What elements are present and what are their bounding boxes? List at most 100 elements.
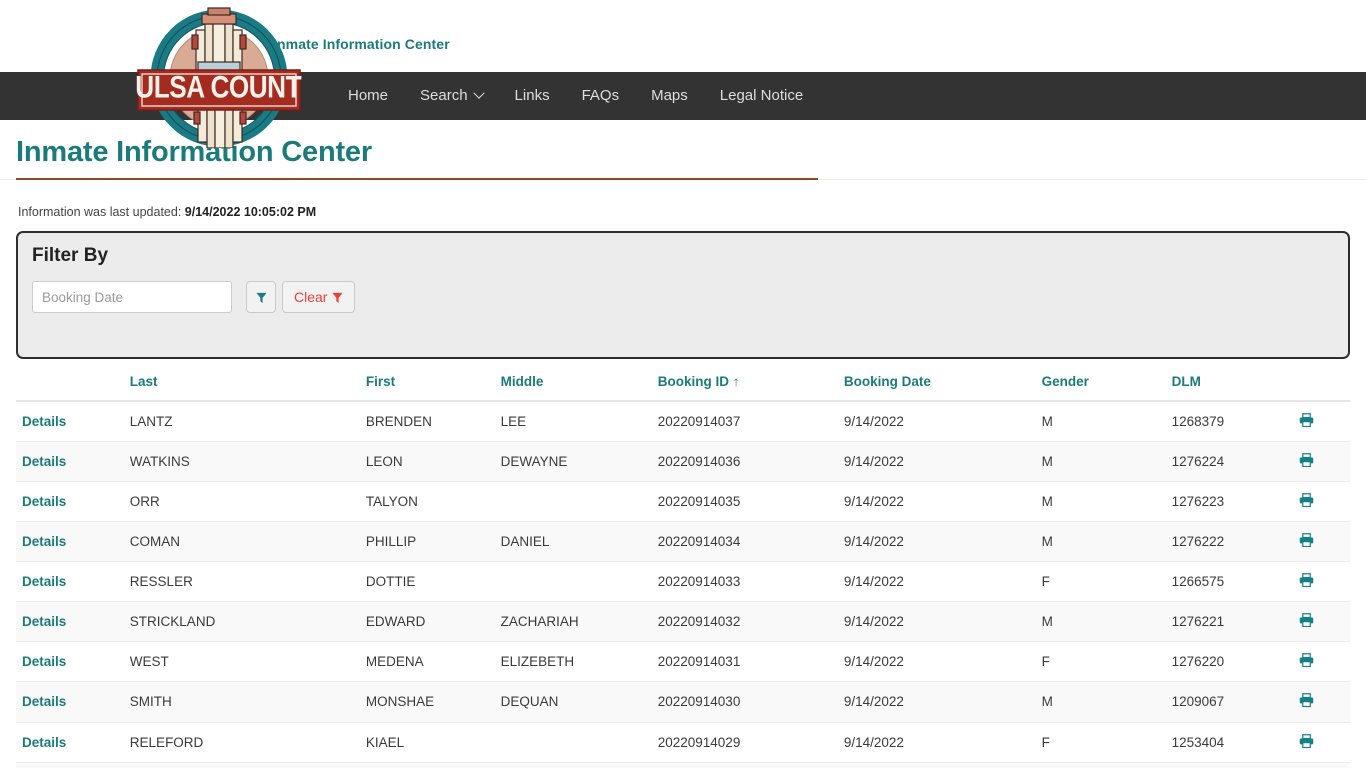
details-link[interactable]: Details xyxy=(22,414,66,429)
table-row: Details COMAN PHILLIP DANIEL 20220914034 9/14… xyxy=(16,521,1350,563)
table-body: Details LANTZ BRENDEN LEE 20220914037 9/14/20… xyxy=(16,401,1350,768)
nav-item-faqs[interactable]: FAQs xyxy=(566,72,636,120)
tulsa-county-seal-logo[interactable]: TULSA COUNTY xyxy=(136,2,302,148)
nav-item-home[interactable]: Home xyxy=(332,72,404,120)
details-link[interactable]: Details xyxy=(22,735,66,750)
cell-gender: M xyxy=(1035,401,1166,443)
cell-dlm: 1253404 xyxy=(1165,722,1293,763)
details-cell: Details xyxy=(16,601,124,643)
cell-last-name: LANTZ xyxy=(123,401,360,443)
column-header-last[interactable]: Last xyxy=(123,365,360,402)
details-link[interactable]: Details xyxy=(22,454,66,469)
nav-item-label: Legal Notice xyxy=(719,87,804,104)
cell-gender: F xyxy=(1035,641,1166,683)
printer-icon[interactable] xyxy=(1299,613,1314,628)
printer-icon[interactable] xyxy=(1299,413,1314,428)
cell-middle-name: LEE xyxy=(494,401,652,443)
cell-last-name: ORR xyxy=(123,481,360,523)
booking-date-input[interactable] xyxy=(32,281,232,313)
cell-booking-date: 9/14/2022 xyxy=(837,521,1036,563)
nav-item-legal-notice[interactable]: Legal Notice xyxy=(704,72,819,120)
details-cell: Details xyxy=(16,401,124,443)
cell-dlm: 1276224 xyxy=(1165,441,1293,483)
cell-first-name: BRENDEN xyxy=(359,401,495,443)
details-link[interactable]: Details xyxy=(22,654,66,669)
clear-filter-button[interactable]: Clear xyxy=(282,281,356,313)
svg-text:TULSA COUNTY: TULSA COUNTY xyxy=(136,70,302,105)
cell-middle-name: DEQUAN xyxy=(494,681,652,723)
chevron-down-icon xyxy=(472,87,485,99)
print-cell xyxy=(1293,641,1350,683)
cell-dlm: 1268379 xyxy=(1165,401,1293,443)
cell-booking-id: 20220914031 xyxy=(651,641,838,683)
details-cell: Details xyxy=(16,722,124,763)
cell-dlm: 1276222 xyxy=(1165,521,1293,563)
nav-item-search[interactable]: Search xyxy=(404,72,499,120)
printer-icon[interactable] xyxy=(1299,533,1314,548)
printer-icon[interactable] xyxy=(1299,453,1314,468)
printer-icon[interactable] xyxy=(1299,573,1314,588)
details-cell: Details xyxy=(16,481,124,523)
inmate-results-table-container: Last First Middle Booking ID ↑ Booking D… xyxy=(0,365,1366,768)
cell-booking-id: 20220914037 xyxy=(651,401,838,443)
column-header-middle[interactable]: Middle xyxy=(494,365,652,402)
details-cell: Details xyxy=(16,561,124,603)
funnel-icon xyxy=(332,291,343,304)
printer-icon[interactable] xyxy=(1299,733,1314,748)
details-link[interactable]: Details xyxy=(22,574,66,589)
cell-first-name: MONSHAE xyxy=(359,681,495,723)
funnel-icon xyxy=(255,291,267,304)
column-header-dlm[interactable]: DLM xyxy=(1165,365,1293,402)
cell-booking-id: 20220914030 xyxy=(651,681,838,723)
cell-booking-date: 9/14/2022 xyxy=(837,561,1036,603)
printer-icon[interactable] xyxy=(1299,493,1314,508)
cell-gender: M xyxy=(1035,681,1166,723)
cell-dlm: 1209067 xyxy=(1165,681,1293,723)
cell-booking-date: 9/14/2022 xyxy=(837,641,1036,683)
column-header-gender[interactable]: Gender xyxy=(1035,365,1166,402)
cell-booking-id: 20220914034 xyxy=(651,521,838,563)
cell-first-name: DOTTIE xyxy=(359,561,495,603)
cell-booking-date: 9/14/2022 xyxy=(837,401,1036,443)
cell-gender: F xyxy=(1035,561,1166,603)
details-cell: Details xyxy=(16,762,124,768)
apply-filter-button[interactable] xyxy=(246,281,276,313)
column-header-first[interactable]: First xyxy=(359,365,495,402)
column-header-details xyxy=(16,365,124,402)
print-cell xyxy=(1293,762,1350,768)
cell-booking-id: 20220914028 xyxy=(651,762,838,768)
cell-last-name: COMAN xyxy=(123,521,360,563)
cell-gender: M xyxy=(1035,481,1166,523)
cell-last-name: WEST xyxy=(123,641,360,683)
cell-booking-date: 9/14/2022 xyxy=(837,722,1036,763)
cell-dlm: 1276223 xyxy=(1165,481,1293,523)
column-header-booking-id[interactable]: Booking ID ↑ xyxy=(651,365,838,402)
cell-booking-date: 9/14/2022 xyxy=(837,481,1036,523)
cell-booking-id: 20220914032 xyxy=(651,601,838,643)
cell-first-name: EDWARD xyxy=(359,601,495,643)
print-cell xyxy=(1293,722,1350,763)
cell-booking-id: 20220914033 xyxy=(651,561,838,603)
print-cell xyxy=(1293,561,1350,603)
printer-icon[interactable] xyxy=(1299,653,1314,668)
details-link[interactable]: Details xyxy=(22,614,66,629)
details-link[interactable]: Details xyxy=(22,694,66,709)
print-cell xyxy=(1293,441,1350,483)
cell-booking-date: 9/14/2022 xyxy=(837,762,1036,768)
nav-item-maps[interactable]: Maps xyxy=(635,72,704,120)
column-header-booking-date[interactable]: Booking Date xyxy=(837,365,1036,402)
cell-first-name: MEDENA xyxy=(359,641,495,683)
details-link[interactable]: Details xyxy=(22,534,66,549)
nav-item-label: Links xyxy=(514,87,550,104)
cell-middle-name: DEWAYNE xyxy=(494,441,652,483)
table-row: Details STRICKLAND EDWARD ZACHARIAH 20220914… xyxy=(16,601,1350,643)
details-link[interactable]: Details xyxy=(22,494,66,509)
cell-first-name: PHILLIP xyxy=(359,521,495,563)
last-updated-label: Information was last updated: xyxy=(18,205,182,219)
printer-icon[interactable] xyxy=(1299,693,1314,708)
print-cell xyxy=(1293,601,1350,643)
nav-item-links[interactable]: Links xyxy=(499,72,566,120)
inmate-results-table: Last First Middle Booking ID ↑ Booking D… xyxy=(16,365,1350,768)
table-row: Details RESSLER DOTTIE 20220914033 9/14/2022… xyxy=(16,561,1350,603)
logo-banner: TULSA COUNTY xyxy=(136,69,302,111)
